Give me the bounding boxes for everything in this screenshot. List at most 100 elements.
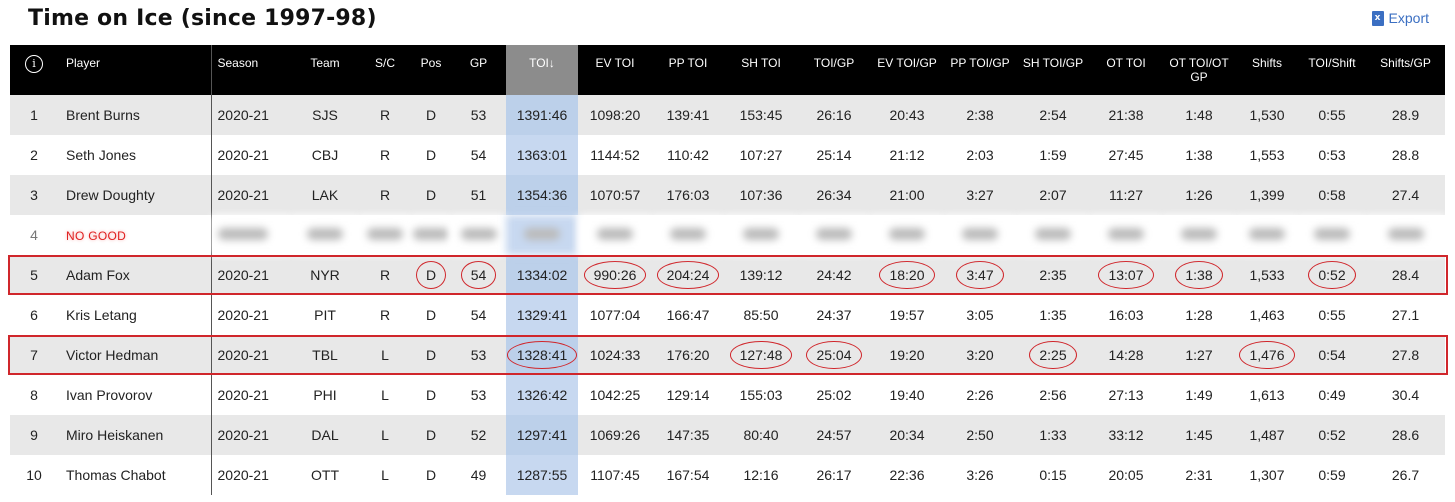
cell-value: 1	[30, 107, 38, 123]
column-header-toi-shift[interactable]: TOI/Shift	[1298, 45, 1366, 95]
cell-team	[291, 215, 359, 255]
column-header-pp-toi[interactable]: PP TOI	[652, 45, 724, 95]
cell-value: 2020-21	[217, 187, 269, 203]
column-label: Season	[217, 56, 259, 70]
info-icon[interactable]: i	[25, 55, 43, 73]
column-header-sc[interactable]: S/C	[359, 45, 411, 95]
column-header-player[interactable]: Player	[58, 45, 212, 95]
cell-toi-gp: 26:34	[798, 175, 870, 215]
cell-value: 1,553	[1249, 147, 1285, 163]
cell-value: 27.1	[1391, 307, 1420, 323]
column-header-ev-toi-gp[interactable]: EV TOI/GP	[870, 45, 944, 95]
table-row[interactable]: 2 Seth Jones 2020-21 CBJ R D 54 1363:01 1144:52 1…	[10, 135, 1445, 175]
cell-value: 53	[470, 347, 487, 363]
table-row[interactable]: 10 Thomas Chabot 2020-21 OTT L D 49 1287:55 1107…	[10, 455, 1445, 495]
circled-value: 1328:41	[506, 341, 578, 369]
table-row[interactable]: 7 Victor Hedman 2020-21 TBL L D 53 1328:41 1024:…	[10, 335, 1445, 375]
cell-value: 3:05	[966, 307, 994, 323]
column-header-pp-toi-gp[interactable]: PP TOI/GP	[944, 45, 1016, 95]
cell-player[interactable]: Ivan Provorov	[58, 375, 212, 415]
column-header-toi-gp[interactable]: TOI/GP	[798, 45, 870, 95]
column-label: PP TOI	[668, 56, 708, 70]
cell-rank: 7	[10, 335, 58, 375]
cell-ev-toi-gp: 20:43	[870, 95, 944, 135]
table-row[interactable]: 5 Adam Fox 2020-21 NYR R D 54 1334:02 990:26 204:…	[10, 255, 1445, 295]
cell-rank: 6	[10, 295, 58, 335]
column-header-ot-toi[interactable]: OT TOI	[1090, 45, 1162, 95]
cell-ot-toi-ot-gp: 1:45	[1162, 415, 1236, 455]
table-row[interactable]: 4 NO GOOD	[10, 215, 1445, 255]
cell-value: 1,399	[1249, 187, 1285, 203]
cell-player[interactable]: Seth Jones	[58, 135, 212, 175]
cell-shifts-gp: 27.8	[1366, 335, 1445, 375]
cell-value: D	[425, 107, 437, 123]
cell-rank: 10	[10, 455, 58, 495]
column-header-ev-toi[interactable]: EV TOI	[578, 45, 652, 95]
cell-value: 28.9	[1391, 107, 1420, 123]
redacted-value	[1387, 228, 1424, 240]
cell-player[interactable]: Drew Doughty	[58, 175, 212, 215]
column-header-ot-toi-ot-gp[interactable]: OT TOI/OT GP	[1162, 45, 1236, 95]
cell-player[interactable]: Miro Heiskanen	[58, 415, 212, 455]
cell-value: 0:59	[1318, 467, 1346, 483]
cell-player[interactable]: NO GOOD	[58, 215, 212, 255]
circled-value: 25:04	[806, 341, 862, 369]
cell-team: LAK	[291, 175, 359, 215]
cell-value: D	[425, 387, 437, 403]
table-row[interactable]: 6 Kris Letang 2020-21 PIT R D 54 1329:41 1077:04…	[10, 295, 1445, 335]
cell-value: 0:58	[1318, 187, 1346, 203]
column-header-shifts-gp[interactable]: Shifts/GP	[1366, 45, 1445, 95]
cell-player[interactable]: Adam Fox	[58, 255, 212, 295]
column-header-team[interactable]: Team	[291, 45, 359, 95]
cell-player[interactable]: Kris Letang	[58, 295, 212, 335]
cell-ot-toi: 20:05	[1090, 455, 1162, 495]
column-label: Team	[310, 56, 340, 70]
column-header-pos[interactable]: Pos	[411, 45, 451, 95]
cell-rank: 1	[10, 95, 58, 135]
cell-shifts: 1,463	[1236, 295, 1298, 335]
cell-value: 20:34	[889, 427, 925, 443]
export-button[interactable]: x Export	[1371, 10, 1429, 26]
cell-toi-shift: 0:53	[1298, 135, 1366, 175]
circled-value: 54	[460, 261, 497, 289]
cell-season: 2020-21	[211, 335, 291, 375]
column-header-season[interactable]: Season	[211, 45, 291, 95]
cell-value: 2020-21	[217, 307, 269, 323]
cell-value: Seth Jones	[66, 147, 137, 163]
column-header-sh-toi-gp[interactable]: SH TOI/GP	[1016, 45, 1090, 95]
table-row[interactable]: 8 Ivan Provorov 2020-21 PHI L D 53 1326:42 1042:…	[10, 375, 1445, 415]
table-row[interactable]: 9 Miro Heiskanen 2020-21 DAL L D 52 1297:41 1069…	[10, 415, 1445, 455]
cell-value: 110:42	[667, 147, 709, 163]
cell-rank: 9	[10, 415, 58, 455]
cell-value: 27.4	[1391, 187, 1420, 203]
cell-player[interactable]: Brent Burns	[58, 95, 212, 135]
cell-value: 33:12	[1108, 427, 1144, 443]
cell-season: 2020-21	[211, 175, 291, 215]
table-row[interactable]: 3 Drew Doughty 2020-21 LAK R D 51 1354:36 1070:5…	[10, 175, 1445, 215]
cell-value: 1:48	[1185, 107, 1213, 123]
cell-value: 1334:02	[516, 267, 568, 283]
cell-value: 167:54	[666, 467, 710, 483]
cell-sh-toi-gp: 2:35	[1016, 255, 1090, 295]
column-header-toi[interactable]: TOI↓	[506, 45, 578, 95]
cell-ot-toi-ot-gp: 1:49	[1162, 375, 1236, 415]
cell-player[interactable]: Thomas Chabot	[58, 455, 212, 495]
column-header-gp[interactable]: GP	[451, 45, 506, 95]
cell-value: 166:47	[666, 307, 710, 323]
redacted-value	[816, 228, 852, 240]
cell-toi: 1326:42	[506, 375, 578, 415]
column-header-sh-toi[interactable]: SH TOI	[724, 45, 798, 95]
column-header-shifts[interactable]: Shifts	[1236, 45, 1298, 95]
table-body: 1 Brent Burns 2020-21 SJS R D 53 1391:46 1098:20…	[10, 95, 1445, 495]
table-row[interactable]: 1 Brent Burns 2020-21 SJS R D 53 1391:46 1098:20…	[10, 95, 1445, 135]
cell-ev-toi-gp: 19:20	[870, 335, 944, 375]
redacted-value	[962, 228, 998, 240]
cell-value: Ivan Provorov	[66, 387, 153, 403]
cell-value: Drew Doughty	[66, 187, 155, 203]
column-header-rank[interactable]: i	[10, 45, 58, 95]
redacted-value	[217, 228, 268, 240]
cell-value: 155:03	[739, 387, 783, 403]
cell-pos: D	[411, 375, 451, 415]
cell-player[interactable]: Victor Hedman	[58, 335, 212, 375]
cell-value: 1329:41	[516, 307, 568, 323]
